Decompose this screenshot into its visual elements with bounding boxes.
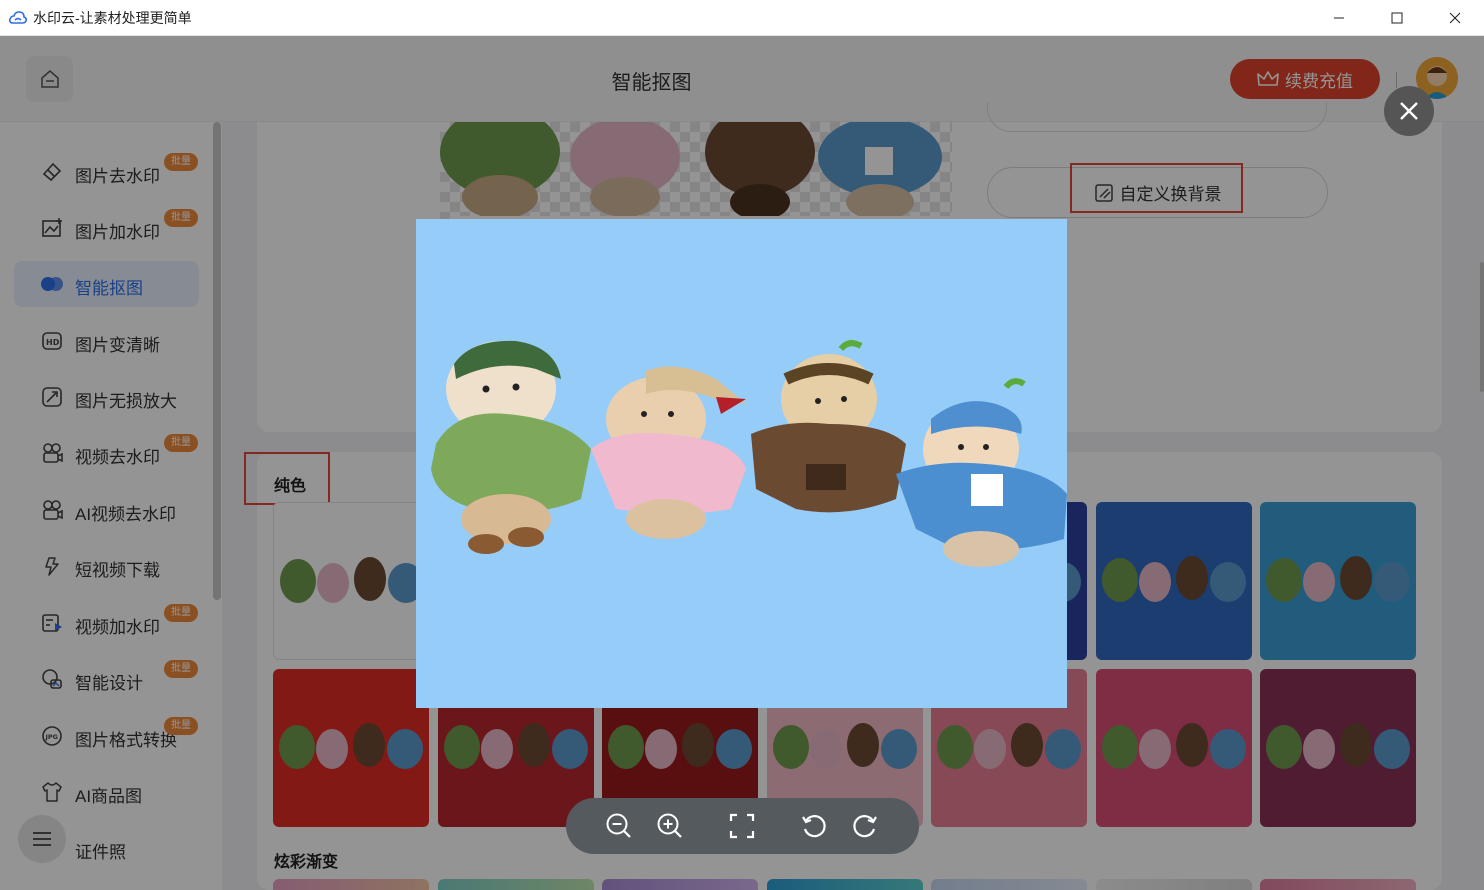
window-title: 水印云-让素材处理更简单 (33, 9, 192, 26)
cloud-logo-icon (9, 10, 27, 24)
preview-image (416, 219, 1067, 708)
maximize-button[interactable] (1368, 0, 1426, 36)
title-bar: 水印云-让素材处理更简单 (0, 0, 1484, 36)
minimize-button[interactable] (1310, 0, 1368, 36)
close-window-button[interactable] (1426, 0, 1484, 36)
plush-toys-image (431, 340, 1067, 567)
rotate-left-button[interactable] (798, 810, 830, 842)
zoom-in-icon (657, 813, 682, 838)
rotate-left-icon (802, 815, 826, 838)
image-toolbar (566, 798, 919, 854)
rotate-right-icon (853, 815, 877, 838)
zoom-out-icon (606, 813, 631, 838)
close-preview-button[interactable] (1384, 86, 1434, 136)
zoom-in-button[interactable] (654, 810, 686, 842)
zoom-out-button[interactable] (603, 810, 635, 842)
minimize-icon (1334, 17, 1344, 19)
fit-screen-button[interactable] (726, 810, 758, 842)
close-icon (1400, 102, 1418, 120)
fit-screen-icon (729, 813, 755, 839)
rotate-right-button[interactable] (849, 810, 881, 842)
close-icon (1449, 12, 1461, 24)
maximize-icon (1391, 12, 1403, 24)
